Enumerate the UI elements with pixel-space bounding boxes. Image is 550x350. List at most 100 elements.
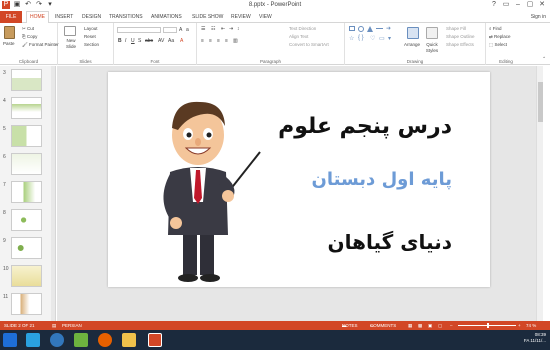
font-size-field[interactable]	[163, 27, 177, 33]
oval-shape-icon[interactable]	[358, 26, 364, 32]
more-shapes-icon[interactable]: ▾	[388, 35, 391, 42]
numbering-icon[interactable]: ☷	[211, 26, 215, 32]
tab-animations[interactable]: ANIMATIONS	[148, 13, 185, 21]
decrease-indent-icon[interactable]: ⇤	[221, 26, 225, 32]
paste-button[interactable]: Paste	[3, 41, 15, 47]
slide-thumbnail[interactable]: 3	[2, 69, 54, 95]
bullets-icon[interactable]: ☰	[201, 26, 205, 32]
slide-thumbnail[interactable]: 9	[2, 237, 54, 263]
arrow-shape-icon[interactable]: ➜	[386, 25, 391, 32]
collapse-ribbon-icon[interactable]: ⌃	[542, 56, 546, 62]
close-button[interactable]: ✕	[536, 0, 548, 10]
tab-file[interactable]: FILE	[0, 11, 22, 23]
normal-view-icon[interactable]: ▦	[408, 321, 412, 330]
heart-shape-icon[interactable]: ♡	[370, 35, 375, 42]
increase-indent-icon[interactable]: ⇥	[229, 26, 233, 32]
format-painter-button[interactable]: 🖌 Format Painter	[22, 42, 59, 48]
tab-review[interactable]: REVIEW	[228, 13, 254, 21]
cut-button[interactable]: ✂ Cut	[22, 26, 34, 32]
slide-thumbnail[interactable]: 8	[2, 209, 54, 235]
callout-shape-icon[interactable]: ▭	[379, 35, 385, 42]
language-label[interactable]: PERSIAN	[62, 321, 82, 330]
tab-slide-show[interactable]: SLIDE SHOW	[189, 13, 226, 21]
spell-check-icon[interactable]: ▤	[52, 321, 56, 330]
tab-design[interactable]: DESIGN	[79, 13, 104, 21]
star-shape-icon[interactable]: ☆	[349, 35, 354, 42]
tab-view[interactable]: VIEW	[256, 13, 275, 21]
line-spacing-icon[interactable]: ↕	[237, 26, 240, 32]
align-left-icon[interactable]: ≡	[201, 38, 204, 44]
select-button[interactable]: ⬚ Select	[489, 42, 507, 48]
slideshow-icon[interactable]: ▢	[438, 321, 442, 330]
arrange-button[interactable]: Arrange	[404, 42, 420, 48]
reading-view-icon[interactable]: ▣	[428, 321, 432, 330]
columns-icon[interactable]: ▥	[233, 38, 238, 44]
change-case-icon[interactable]: Aa	[168, 38, 174, 44]
redo-icon[interactable]: ↷	[35, 1, 43, 9]
section-button[interactable]: Section	[84, 42, 99, 48]
find-button[interactable]: ⌕ Find	[489, 26, 502, 32]
firefox-icon[interactable]	[98, 333, 112, 347]
clock-date[interactable]: 11/11/...	[530, 338, 546, 343]
zoom-in-icon[interactable]: +	[518, 321, 521, 330]
slide-thumbnail[interactable]: 11	[2, 293, 54, 319]
input-language[interactable]: FA	[524, 338, 529, 343]
powerpoint-taskbar-icon[interactable]	[148, 333, 162, 347]
ribbon-display-button[interactable]: ▭	[500, 0, 512, 10]
scrollbar-thumb[interactable]	[538, 82, 543, 122]
font-name-field[interactable]	[117, 27, 161, 33]
app-green-icon[interactable]	[74, 333, 88, 347]
shapes-gallery[interactable]: ➜ ☆ { } ♡ ▭ ▾	[348, 25, 400, 51]
shrink-font-icon[interactable]: a	[186, 27, 189, 33]
slide-thumbnail[interactable]: 6	[2, 153, 54, 179]
maximize-button[interactable]: ▢	[524, 0, 536, 10]
shape-fill-button[interactable]: Shape Fill	[446, 26, 466, 32]
zoom-out-icon[interactable]: –	[450, 321, 453, 330]
bold-icon[interactable]: B	[118, 38, 122, 44]
editor-vertical-scrollbar[interactable]	[536, 66, 543, 321]
arrange-icon[interactable]	[407, 27, 419, 39]
slide-thumbnail[interactable]: 10	[2, 265, 54, 291]
convert-smartart-button[interactable]: Convert to SmartArt	[289, 42, 329, 48]
tab-insert[interactable]: INSERT	[52, 13, 76, 21]
help-button[interactable]: ?	[488, 0, 500, 10]
internet-explorer-icon[interactable]	[50, 333, 64, 347]
new-slide-button[interactable]: New Slide	[62, 38, 80, 50]
layout-button[interactable]: Layout	[84, 26, 98, 32]
slide-thumbnail[interactable]: 7	[2, 181, 54, 207]
zoom-slider-handle[interactable]	[487, 323, 489, 328]
slide-thumbnail[interactable]: 4	[2, 97, 54, 123]
line-shape-icon[interactable]	[376, 28, 383, 29]
slide-sorter-icon[interactable]: ▩	[418, 321, 422, 330]
rectangle-shape-icon[interactable]	[349, 26, 355, 31]
reset-button[interactable]: Reset	[84, 34, 96, 40]
customize-qat-icon[interactable]: ▾	[46, 1, 54, 9]
align-center-icon[interactable]: ≡	[209, 38, 212, 44]
current-slide[interactable]: درس پنجم علوم پایه اول دبستان دنیای گیاه…	[108, 72, 490, 287]
triangle-shape-icon[interactable]	[367, 26, 373, 32]
sign-in-link[interactable]: Sign in	[531, 13, 546, 21]
telegram-icon[interactable]	[26, 333, 40, 347]
font-color-icon[interactable]: A	[180, 38, 183, 44]
shadow-icon[interactable]: S	[138, 38, 141, 44]
paste-icon[interactable]	[4, 26, 15, 39]
file-explorer-icon[interactable]	[122, 333, 136, 347]
slide-subtitle-line3[interactable]: دنیای گیاهان	[328, 230, 453, 254]
start-button-icon[interactable]	[3, 333, 17, 347]
align-text-button[interactable]: Align Text	[289, 34, 308, 40]
slide-thumbnail[interactable]: 5	[2, 125, 54, 151]
align-right-icon[interactable]: ≡	[217, 38, 220, 44]
slide-title-line1[interactable]: درس پنجم علوم	[278, 114, 452, 139]
italic-icon[interactable]: I	[125, 38, 126, 44]
tab-transitions[interactable]: TRANSITIONS	[106, 13, 146, 21]
text-direction-button[interactable]: Text Direction	[289, 26, 316, 32]
justify-icon[interactable]: ≡	[225, 38, 228, 44]
zoom-level[interactable]: 74 %	[526, 321, 536, 330]
save-icon[interactable]: ▣	[13, 1, 21, 9]
strikethrough-icon[interactable]: abc	[145, 38, 153, 44]
shape-outline-button[interactable]: Shape Outline	[446, 34, 475, 40]
underline-icon[interactable]: U	[131, 38, 135, 44]
undo-icon[interactable]: ↶	[24, 1, 32, 9]
quick-styles-button[interactable]: Quick Styles	[423, 42, 441, 54]
thumbnail-scrollbar[interactable]	[51, 66, 55, 321]
